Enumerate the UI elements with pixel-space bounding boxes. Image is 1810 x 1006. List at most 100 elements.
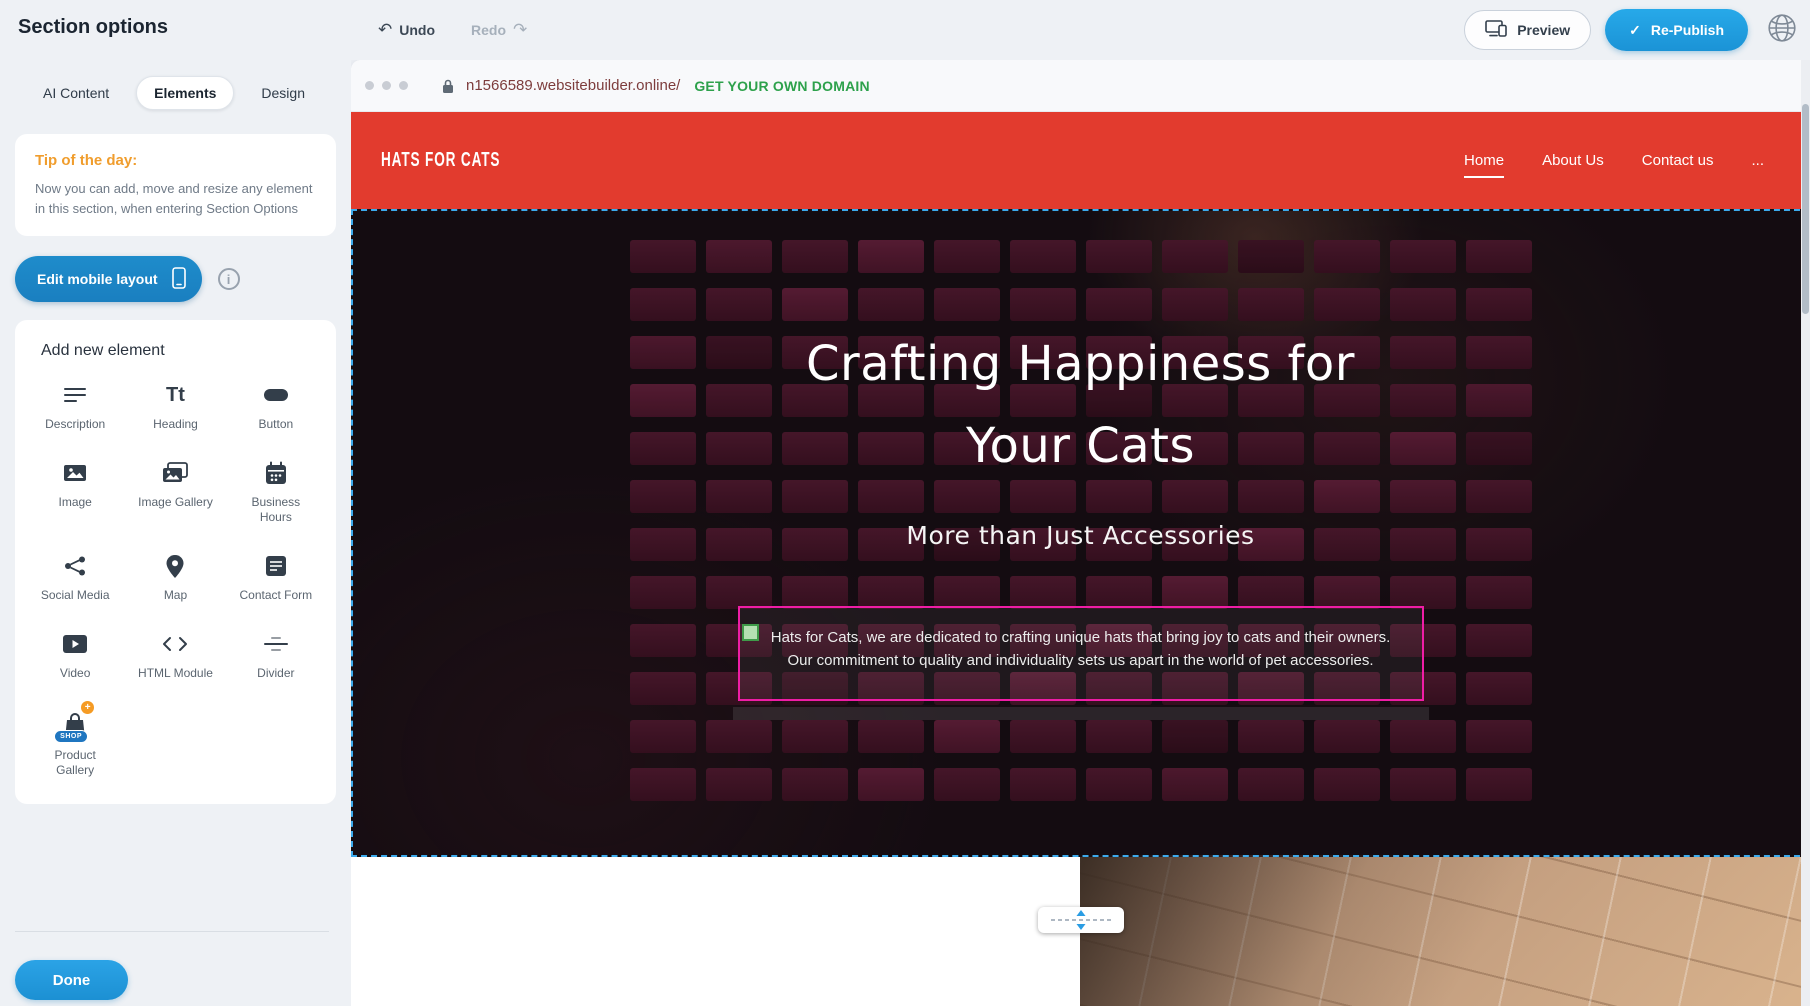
redo-button[interactable]: Redo ↷ xyxy=(471,22,527,39)
phone-icon xyxy=(172,267,186,292)
brick-tile xyxy=(782,720,848,753)
element-divider[interactable]: Divider xyxy=(226,629,326,681)
element-video[interactable]: Video xyxy=(25,629,125,681)
brick-tile xyxy=(1390,720,1456,753)
brick-tile xyxy=(1086,720,1152,753)
brick-tile xyxy=(934,720,1000,753)
undo-label: Undo xyxy=(399,22,435,38)
social-media-icon xyxy=(63,551,87,581)
element-map[interactable]: Map xyxy=(125,551,225,603)
republish-label: Re-Publish xyxy=(1651,22,1724,38)
site-header[interactable]: HATS FOR CATS Home About Us Contact us .… xyxy=(351,112,1810,209)
element-button[interactable]: Button xyxy=(226,380,326,432)
scrollbar-thumb[interactable] xyxy=(1802,104,1809,314)
element-business-hours[interactable]: Business Hours xyxy=(226,458,326,525)
nav-about-us[interactable]: About Us xyxy=(1542,152,1604,169)
brick-tile xyxy=(1390,768,1456,801)
hero-section[interactable]: Crafting Happiness for Your Cats More th… xyxy=(351,209,1810,857)
element-social-media[interactable]: Social Media xyxy=(25,551,125,603)
republish-button[interactable]: ✓ Re-Publish xyxy=(1605,9,1748,51)
contact-form-icon xyxy=(264,551,288,581)
tab-elements[interactable]: Elements xyxy=(136,76,234,110)
undo-button[interactable]: ↶ Undo xyxy=(378,22,435,39)
element-image[interactable]: Image xyxy=(25,458,125,525)
brick-tile xyxy=(1466,768,1532,801)
browser-chrome: n1566589.websitebuilder.online/ GET YOUR… xyxy=(351,60,1810,112)
button-icon xyxy=(262,380,290,410)
element-shadow xyxy=(733,707,1429,720)
element-image-gallery[interactable]: Image Gallery xyxy=(125,458,225,525)
sidebar: AI Content Elements Design Tip of the da… xyxy=(0,60,351,1006)
brick-tile xyxy=(630,720,696,753)
description-icon xyxy=(62,380,88,410)
redo-label: Redo xyxy=(471,22,506,38)
element-html-module[interactable]: HTML Module xyxy=(125,629,225,681)
nav-more[interactable]: ... xyxy=(1751,152,1764,169)
code-icon xyxy=(161,629,189,659)
shopping-bag-icon: SHOP + xyxy=(62,707,88,741)
done-button[interactable]: Done xyxy=(15,960,128,1000)
info-icon[interactable]: i xyxy=(218,268,240,290)
brick-tile xyxy=(1314,768,1380,801)
brick-tile xyxy=(706,768,772,801)
brick-tile xyxy=(858,720,924,753)
brick-tile xyxy=(630,768,696,801)
drag-handle[interactable] xyxy=(742,624,759,641)
shop-badge: SHOP xyxy=(54,730,88,743)
preview-button[interactable]: Preview xyxy=(1464,10,1591,50)
brick-tile xyxy=(1238,768,1304,801)
add-element-title: Add new element xyxy=(41,342,326,360)
element-heading[interactable]: Tt Heading xyxy=(125,380,225,432)
page-title: Section options xyxy=(18,16,168,39)
brick-tile xyxy=(1010,720,1076,753)
lock-icon xyxy=(442,78,454,94)
image-gallery-icon xyxy=(161,458,189,488)
sidebar-tabs: AI Content Elements Design xyxy=(26,76,351,110)
element-contact-form[interactable]: Contact Form xyxy=(226,551,326,603)
site-logo[interactable]: HATS FOR CATS xyxy=(381,149,500,172)
business-hours-icon xyxy=(264,458,288,488)
get-domain-link[interactable]: GET YOUR OWN DOMAIN xyxy=(694,78,869,94)
pavement-photo[interactable] xyxy=(1080,857,1810,1006)
devices-icon xyxy=(1485,20,1507,40)
tab-design[interactable]: Design xyxy=(244,77,322,109)
selected-text-element[interactable]: Hats for Cats, we are dedicated to craft… xyxy=(738,606,1424,701)
divider-icon xyxy=(263,629,289,659)
brick-tile xyxy=(782,768,848,801)
brick-tile xyxy=(1162,768,1228,801)
nav-contact-us[interactable]: Contact us xyxy=(1642,152,1714,169)
next-section-white[interactable] xyxy=(351,857,1080,1006)
redo-icon: ↷ xyxy=(513,22,527,39)
topbar-actions: Preview ✓ Re-Publish xyxy=(1464,9,1802,51)
scrollbar-track[interactable] xyxy=(1801,60,1810,1006)
tip-body: Now you can add, move and resize any ele… xyxy=(35,179,316,218)
hero-paragraph[interactable]: Hats for Cats, we are dedicated to craft… xyxy=(760,626,1402,673)
brick-tile xyxy=(858,768,924,801)
undo-redo-group: ↶ Undo Redo ↷ xyxy=(378,0,527,60)
site-preview: HATS FOR CATS Home About Us Contact us .… xyxy=(351,112,1810,1006)
tab-ai-content[interactable]: AI Content xyxy=(26,77,126,109)
element-description[interactable]: Description xyxy=(25,380,125,432)
topbar: Section options ↶ Undo Redo ↷ Preview ✓ … xyxy=(0,0,1810,60)
window-dot xyxy=(365,81,374,90)
nav-home[interactable]: Home xyxy=(1464,152,1504,169)
edit-mobile-layout-button[interactable]: Edit mobile layout xyxy=(15,256,202,302)
language-globe-button[interactable] xyxy=(1762,10,1802,50)
brick-tile xyxy=(1238,720,1304,753)
element-product-gallery[interactable]: SHOP + Product Gallery xyxy=(25,707,125,778)
window-dot xyxy=(399,81,408,90)
plus-badge: + xyxy=(81,701,94,714)
preview-label: Preview xyxy=(1517,22,1570,38)
map-pin-icon xyxy=(165,551,185,581)
brick-tile xyxy=(1086,768,1152,801)
globe-icon xyxy=(1766,12,1798,49)
heading-icon: Tt xyxy=(166,380,185,410)
brick-tile xyxy=(1162,720,1228,753)
brick-tile xyxy=(1466,720,1532,753)
hero-content: Crafting Happiness for Your Cats More th… xyxy=(353,211,1808,720)
section-resize-handle[interactable] xyxy=(1038,907,1124,933)
tip-title: Tip of the day: xyxy=(35,152,316,169)
hero-heading[interactable]: Crafting Happiness for Your Cats xyxy=(353,323,1808,487)
tip-of-the-day-card: Tip of the day: Now you can add, move an… xyxy=(15,134,336,236)
hero-subheading[interactable]: More than Just Accessories xyxy=(353,521,1808,550)
